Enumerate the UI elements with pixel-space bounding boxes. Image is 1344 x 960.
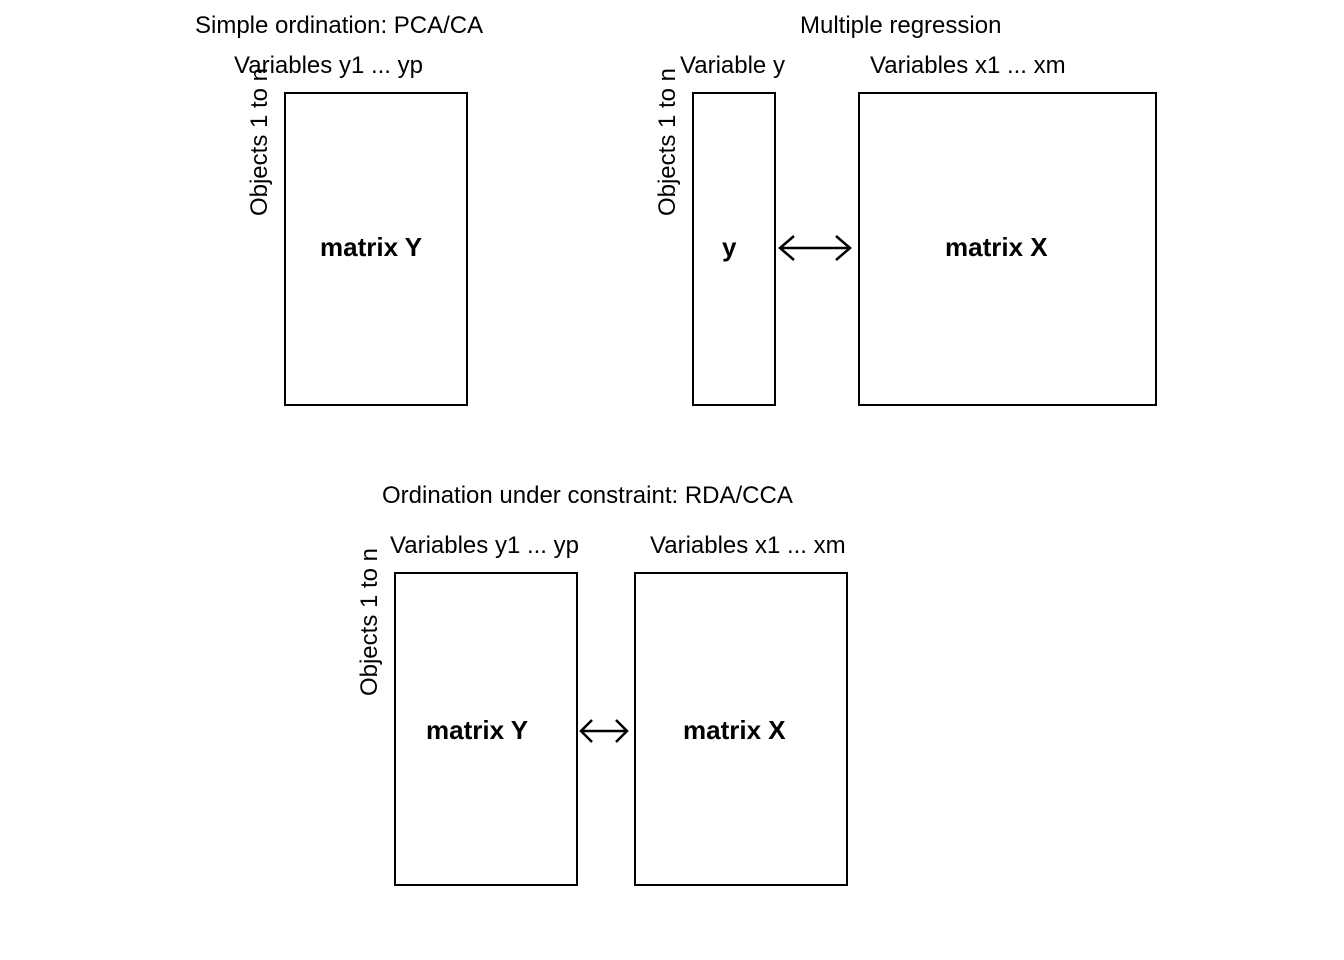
panel2-y-cols-label: Variable y [680, 52, 785, 80]
double-arrow-icon [576, 715, 632, 747]
panel3-y-cols-label: Variables y1 ... yp [390, 532, 579, 560]
double-arrow-icon [774, 232, 856, 264]
panel3-title: Ordination under constraint: RDA/CCA [382, 482, 793, 510]
panel1-matrix-y-label: matrix Y [320, 232, 422, 263]
panel3-x-label: matrix X [683, 715, 786, 746]
panel3-x-cols-label: Variables x1 ... xm [650, 532, 846, 560]
panel2-x-cols-label: Variables x1 ... xm [870, 52, 1066, 80]
panel2-x-label: matrix X [945, 232, 1048, 263]
panel3-rows-label: Objects 1 to n [356, 502, 384, 742]
panel2-rows-label: Objects 1 to n [654, 22, 682, 262]
panel1-rows-label: Objects 1 to n [246, 22, 274, 262]
panel2-y-label: y [722, 232, 736, 263]
panel2-title: Multiple regression [800, 12, 1001, 40]
diagram-stage: Simple ordination: PCA/CA Variables y1 .… [0, 0, 1344, 960]
panel1-title: Simple ordination: PCA/CA [195, 12, 483, 40]
panel3-y-label: matrix Y [426, 715, 528, 746]
